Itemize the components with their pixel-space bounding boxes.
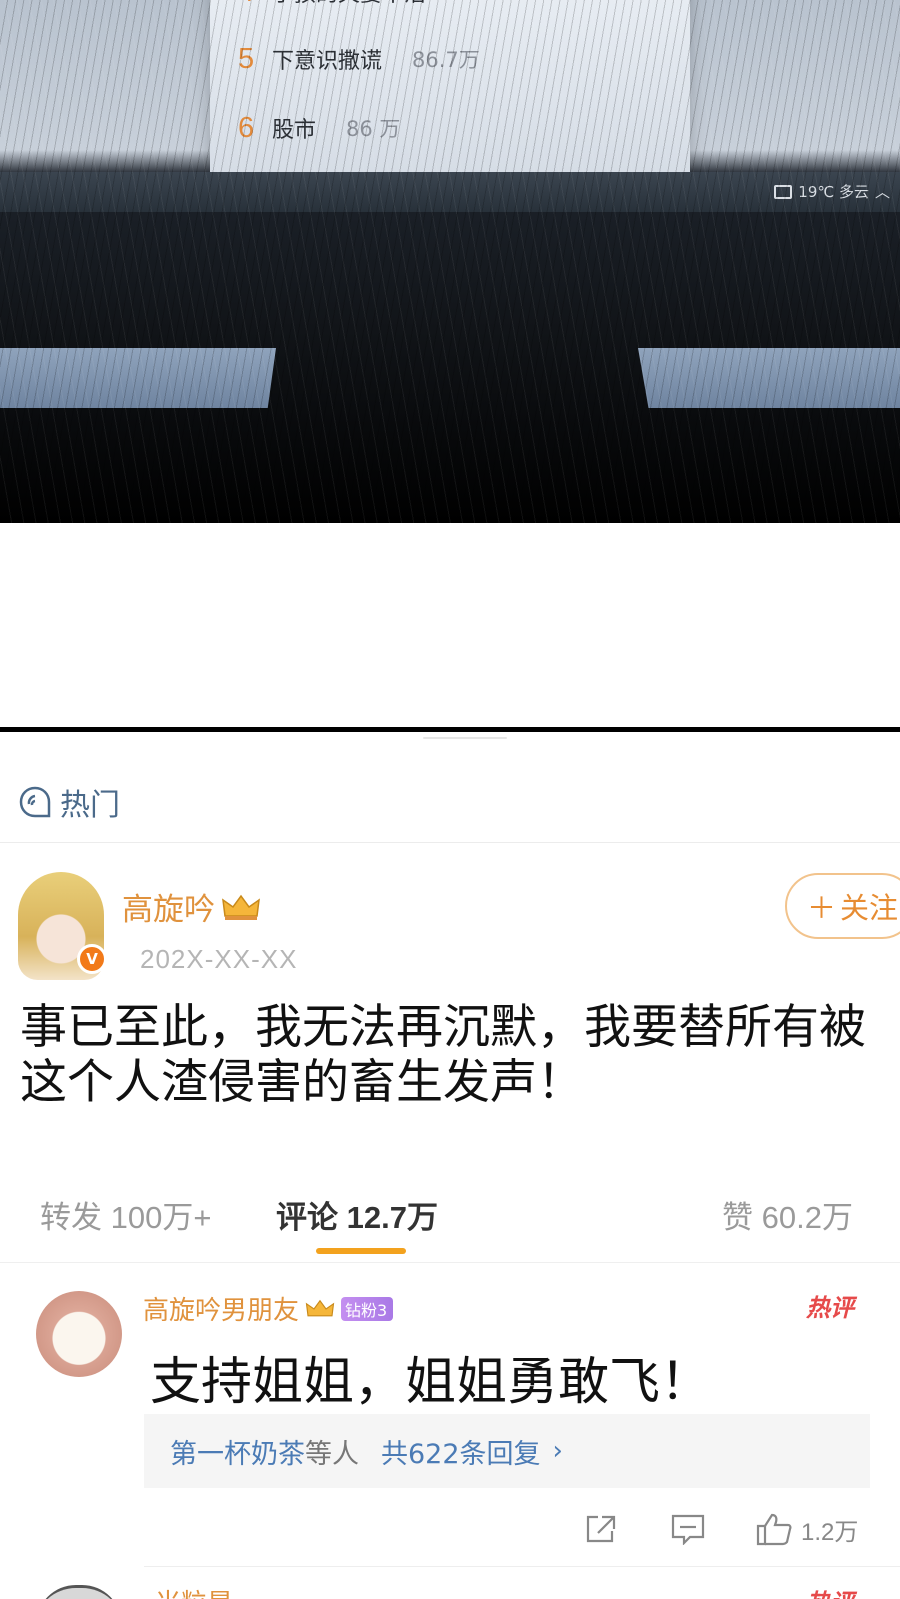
- like-button[interactable]: 1.2万: [755, 1511, 858, 1547]
- post-username[interactable]: 高旋吟: [122, 884, 261, 929]
- tab-repost[interactable]: 转发 100万+: [40, 1192, 211, 1237]
- comment-icon: [671, 1514, 705, 1545]
- hot-count: …: [456, 0, 477, 4]
- tab-comments[interactable]: 评论 12.7万: [276, 1192, 438, 1237]
- taskbar: [0, 172, 900, 212]
- section-header: 热门: [18, 780, 120, 824]
- plus-icon: ＋: [807, 891, 837, 925]
- comment-avatar[interactable]: [36, 1585, 122, 1599]
- thumbs-up-icon: [756, 1513, 792, 1546]
- chevron-right-icon: ›: [552, 1436, 563, 1466]
- hot-location-icon: [19, 786, 51, 818]
- like-count: 1.2万: [801, 1518, 859, 1546]
- username-text[interactable]: 高旋吟: [122, 884, 215, 929]
- weather-icon: [774, 184, 793, 199]
- hot-title: 下意识撒谎: [272, 49, 383, 74]
- hot-count: 86 万: [346, 117, 401, 141]
- verified-badge-icon: V: [77, 944, 107, 974]
- separator: [0, 842, 900, 843]
- post-content: 事已至此，我无法再沉默，我要替所有被这个人渣侵害的畜生发声！: [20, 1000, 866, 1110]
- reply-summary[interactable]: 第一杯奶茶 等人 共622条回复 ›: [144, 1414, 870, 1488]
- comment-username[interactable]: 高旋吟男朋友 钻粉3: [143, 1290, 394, 1327]
- share-icon: [586, 1515, 616, 1543]
- weather-text: 19℃ 多云: [798, 183, 869, 201]
- comment-username-text[interactable]: 米粒是: [155, 1583, 233, 1599]
- follow-button[interactable]: ＋ 关注: [785, 873, 900, 939]
- reply-count[interactable]: 共622条回复: [381, 1432, 541, 1471]
- fan-badge: 钻粉3: [341, 1296, 394, 1321]
- panel-gap: [0, 523, 900, 728]
- hot-rank: 6: [238, 111, 255, 144]
- hot-count: 86.7万: [412, 48, 480, 72]
- section-title: 热门: [60, 788, 120, 823]
- hot-search-list: 4 于孩的夫妻不活 … 5 下意识撒谎 86.7万 6 股市 86 万: [210, 0, 690, 172]
- separator: [144, 1566, 900, 1567]
- reply-user[interactable]: 第一杯奶茶: [170, 1432, 305, 1471]
- panel-divider: [0, 727, 900, 732]
- hot-comment-tag: 热评: [806, 1583, 854, 1599]
- separator: [0, 1262, 900, 1263]
- hot-search-row: 6 股市 86 万: [238, 108, 400, 148]
- comment-avatar[interactable]: [36, 1291, 122, 1377]
- reply-connector: 等人: [305, 1438, 359, 1470]
- chevron-up-icon: ︿: [874, 183, 890, 201]
- crown-icon: [222, 894, 260, 920]
- hot-search-row: 5 下意识撒谎 86.7万: [238, 39, 480, 79]
- hot-rank: 5: [238, 42, 255, 75]
- crown-icon: [305, 1299, 335, 1316]
- active-tab-indicator: [316, 1248, 406, 1254]
- follow-label: 关注: [840, 891, 899, 925]
- tab-likes[interactable]: 赞 60.2万: [722, 1192, 853, 1237]
- comic-panel: 4 于孩的夫妻不活 … 5 下意识撒谎 86.7万 6 股市 86 万 19℃ …: [0, 0, 900, 523]
- comment-text: 支持姐姐，姐姐勇敢飞！: [150, 1353, 712, 1412]
- hot-rank: 4: [238, 0, 258, 9]
- hot-title: 于孩的夫妻不活: [272, 0, 426, 8]
- weather-widget: 19℃ 多云 ︿: [774, 181, 890, 202]
- post-date: 202X-XX-XX: [140, 944, 298, 974]
- hot-comment-tag: 热评: [806, 1294, 854, 1322]
- window-light-left: [0, 348, 276, 408]
- comment-username-text[interactable]: 高旋吟男朋友: [143, 1290, 299, 1327]
- hot-title: 股市: [272, 118, 317, 143]
- share-button[interactable]: [584, 1511, 618, 1547]
- comment-button[interactable]: [670, 1511, 706, 1547]
- drag-handle[interactable]: [423, 737, 507, 739]
- window-light-right: [638, 348, 900, 408]
- hot-search-row: 4 于孩的夫妻不活 …: [238, 0, 477, 12]
